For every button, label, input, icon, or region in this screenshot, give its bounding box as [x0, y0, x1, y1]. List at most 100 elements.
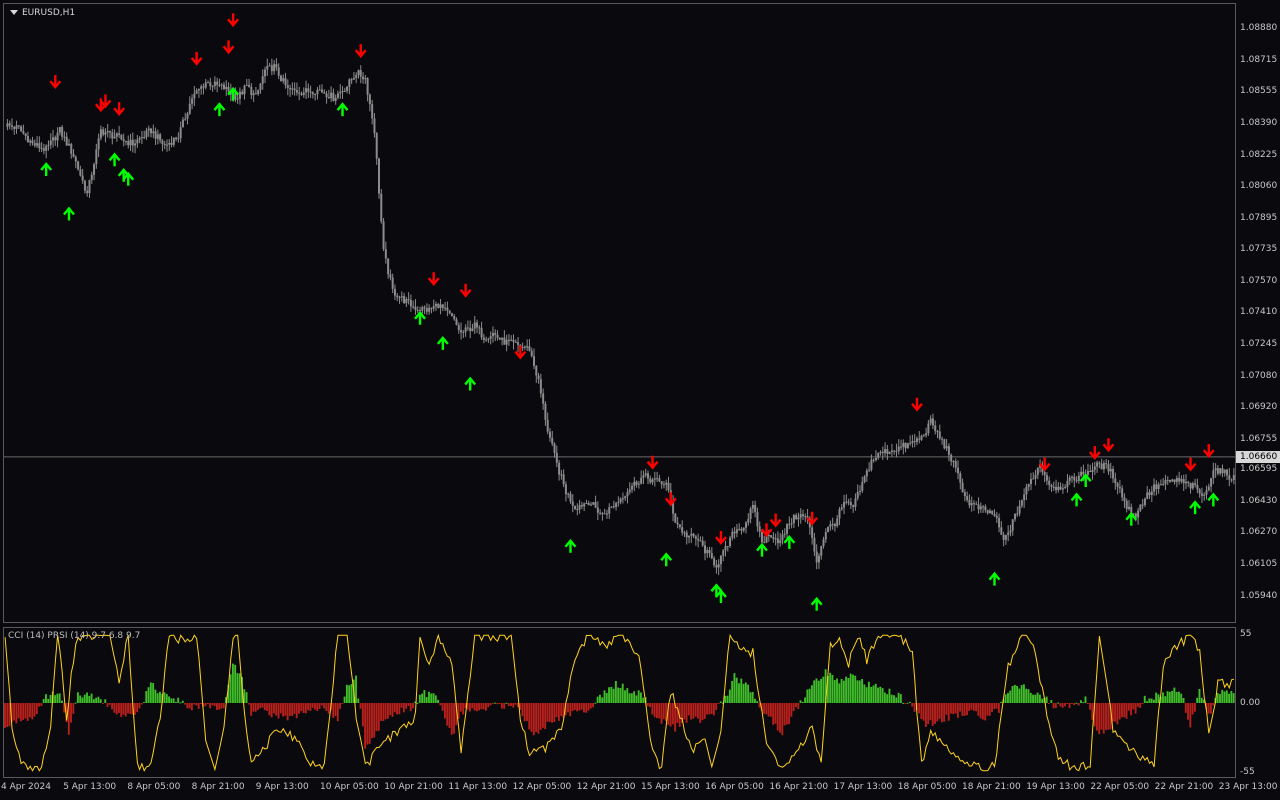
candle — [970, 496, 973, 512]
candle — [439, 298, 442, 315]
histogram-bar — [1132, 703, 1135, 710]
histogram-bar — [377, 703, 380, 731]
histogram-bar — [1073, 703, 1076, 706]
histogram-bar — [560, 703, 563, 717]
candle — [106, 123, 109, 138]
histogram-bar — [405, 703, 408, 709]
histogram-bar — [102, 703, 104, 704]
histogram-bar — [938, 703, 941, 719]
candle — [309, 85, 312, 98]
histogram-bar — [589, 703, 592, 709]
candle — [840, 504, 843, 511]
histogram-bar — [293, 703, 296, 714]
histogram-bar — [1134, 703, 1137, 714]
candle — [1107, 460, 1110, 475]
histogram-bar — [1143, 695, 1146, 703]
price-tick-label: 1.06755 — [1240, 433, 1278, 444]
histogram-bar — [505, 702, 508, 704]
candle — [1089, 464, 1092, 473]
candle — [874, 450, 877, 462]
histogram-bar — [496, 703, 499, 705]
candle — [1027, 483, 1030, 492]
histogram-bar — [457, 703, 460, 719]
histogram-bar — [690, 703, 693, 720]
candle — [829, 520, 832, 531]
histogram-bar — [653, 703, 656, 718]
histogram-bar — [893, 695, 895, 703]
histogram-bar — [1095, 703, 1098, 731]
candle — [398, 295, 401, 304]
candle — [1071, 475, 1074, 483]
candle — [26, 131, 29, 143]
histogram-bar — [776, 703, 779, 731]
candle — [396, 292, 399, 302]
candle — [425, 303, 428, 315]
histogram-bar — [567, 703, 569, 713]
histogram-bar — [817, 680, 820, 703]
buy-arrow-icon — [1189, 500, 1202, 515]
candle — [138, 136, 141, 144]
price-tick-label: 1.08060 — [1240, 181, 1278, 192]
indicator-panel[interactable]: CCI (14) PRSI (14) 9.7 6.8 9.7 — [3, 627, 1236, 778]
candle — [615, 501, 618, 511]
candle — [626, 488, 629, 504]
histogram-bar — [1098, 703, 1101, 734]
candle — [601, 511, 604, 521]
candle — [941, 436, 944, 445]
candle — [428, 304, 431, 315]
histogram-bar — [154, 689, 157, 703]
histogram-bar — [177, 697, 180, 703]
candle — [583, 502, 586, 512]
candle — [1150, 486, 1153, 502]
histogram-bar — [343, 696, 346, 703]
histogram-bar — [341, 703, 344, 705]
candle — [537, 372, 540, 384]
candle — [79, 165, 82, 177]
histogram-bar — [1089, 703, 1091, 710]
histogram-bar — [179, 702, 182, 704]
candle — [432, 299, 435, 312]
candle — [8, 120, 11, 130]
candle — [156, 129, 159, 145]
histogram-bar — [950, 703, 952, 714]
histogram-bar — [1155, 692, 1158, 703]
candle — [49, 133, 52, 149]
histogram-bar — [576, 703, 579, 712]
histogram-bar — [108, 703, 111, 705]
histogram-bar — [603, 690, 606, 703]
histogram-bar — [1141, 703, 1144, 704]
candle — [779, 533, 782, 547]
candle — [355, 72, 358, 84]
histogram-bar — [637, 690, 640, 703]
candle — [1025, 483, 1028, 501]
candle — [731, 528, 734, 541]
time-axis[interactable]: 4 Apr 2024 5 Apr 13:00 8 Apr 05:00 8 Apr 21… — [1, 778, 1277, 800]
histogram-bar — [1150, 698, 1153, 703]
candle — [366, 77, 369, 102]
candle — [553, 442, 556, 458]
histogram-bar — [1084, 696, 1087, 703]
candle — [325, 90, 328, 104]
histogram-bar — [120, 703, 123, 718]
candle — [612, 500, 615, 509]
candle — [371, 99, 374, 125]
histogram-bar — [587, 703, 590, 711]
histogram-bar — [145, 691, 148, 703]
histogram-bar — [788, 703, 791, 725]
candle — [820, 545, 823, 560]
dropdown-triangle-icon[interactable] — [10, 10, 18, 15]
histogram-bar — [181, 700, 184, 703]
price-axis[interactable]: 1.08880 1.08715 1.08555 1.08390 1.08225 1.080… — [1236, 3, 1280, 623]
chart-title[interactable]: EURUSD,H1 — [10, 8, 75, 18]
histogram-bar — [462, 703, 465, 715]
histogram-bar — [364, 703, 367, 749]
candle — [824, 528, 827, 543]
candle — [318, 84, 321, 91]
indicator-axis[interactable]: 55 0.00 -55 — [1236, 627, 1280, 778]
price-chart-panel[interactable]: EURUSD,H1 — [3, 3, 1236, 623]
sell-arrow-icon — [427, 272, 440, 287]
candle — [437, 302, 440, 309]
histogram-bar — [735, 677, 738, 703]
histogram-bar — [350, 684, 353, 703]
histogram-bar — [1100, 703, 1103, 730]
